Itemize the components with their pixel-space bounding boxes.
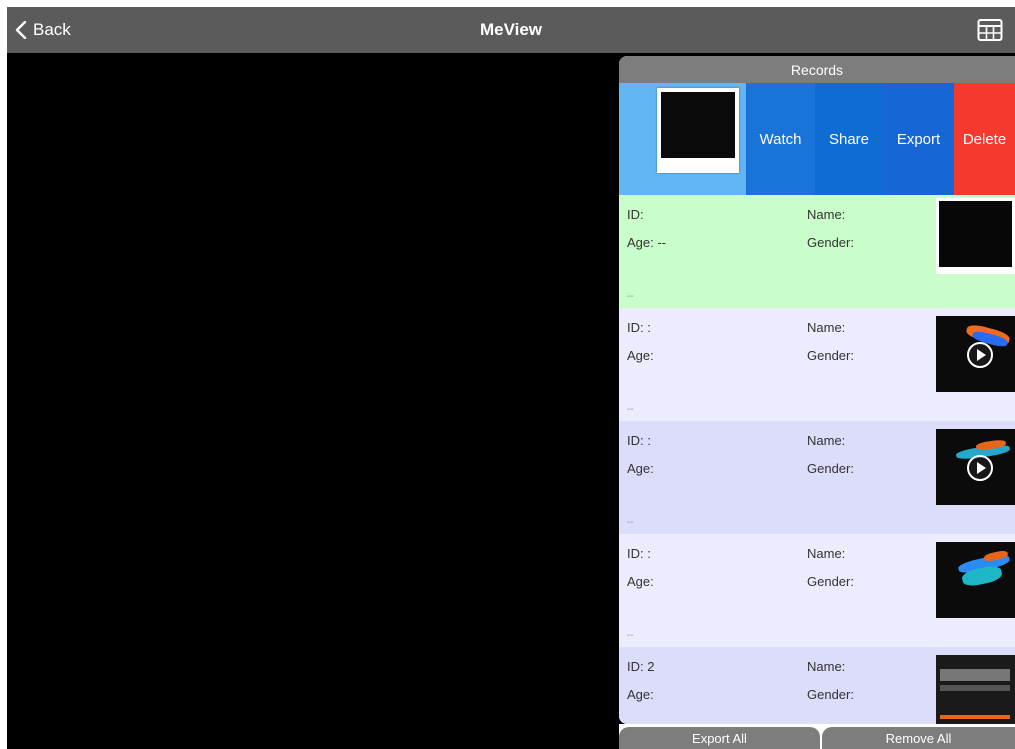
watch-button[interactable]: Watch (746, 83, 815, 195)
record-row[interactable]: ID: 2 Name: Age: Gender: (619, 647, 1015, 724)
record-name: Name: (807, 546, 846, 561)
record-id: ID: : (627, 433, 651, 448)
records-title: Records (619, 56, 1015, 83)
record-gender: Gender: (807, 461, 854, 476)
play-icon[interactable] (967, 455, 993, 481)
record-gender: Gender: (807, 574, 854, 589)
record-thumbnail (657, 88, 739, 173)
record-thumbnail (936, 316, 1015, 392)
export-button[interactable]: Export (883, 83, 954, 195)
record-id: ID: : (627, 320, 651, 335)
swiped-record-thumb[interactable] (619, 83, 746, 195)
record-note: -- (627, 630, 634, 641)
record-age: Age: (627, 461, 654, 476)
record-age: Age: (627, 348, 654, 363)
record-name: Name: (807, 207, 846, 222)
remove-all-button[interactable]: Remove All (822, 727, 1015, 749)
record-gender: Gender: (807, 235, 854, 250)
page-title: MeView (479, 20, 543, 39)
record-thumbnail (936, 542, 1015, 618)
delete-button[interactable]: Delete (954, 83, 1015, 195)
record-thumbnail (936, 655, 1015, 724)
record-id: ID: (627, 207, 644, 222)
record-age: Age: (627, 574, 654, 589)
record-row[interactable]: ID: Name: Age: -- Gender: -- (619, 195, 1015, 308)
nav-bar: Back MeView (7, 7, 1015, 53)
record-thumbnail (936, 429, 1015, 505)
record-row[interactable]: ID: : Name: Age: Gender: -- (619, 308, 1015, 421)
back-label: Back (33, 20, 71, 39)
share-button[interactable]: Share (815, 83, 883, 195)
records-panel: Records Watch Share Export Delete ID: Na… (619, 56, 1015, 724)
record-gender: Gender: (807, 687, 854, 702)
record-id: ID: 2 (627, 659, 655, 674)
chevron-left-icon (15, 21, 27, 39)
records-list[interactable]: Watch Share Export Delete ID: Name: Age:… (619, 83, 1015, 724)
record-name: Name: (807, 320, 846, 335)
record-thumbnail (936, 198, 1015, 274)
back-button[interactable]: Back (15, 7, 71, 53)
play-icon[interactable] (967, 342, 993, 368)
record-name: Name: (807, 433, 846, 448)
record-row[interactable]: ID: : Name: Age: Gender: -- (619, 421, 1015, 534)
screen: Back MeView Records Watch Share Export D… (7, 7, 1015, 749)
record-gender: Gender: (807, 348, 854, 363)
record-note: -- (627, 291, 634, 302)
record-age: Age: -- (627, 235, 667, 250)
grid-icon[interactable] (977, 18, 1003, 42)
record-age: Age: (627, 687, 654, 702)
record-row[interactable]: ID: : Name: Age: Gender: -- (619, 534, 1015, 647)
swiped-record-row[interactable]: Watch Share Export Delete (619, 83, 1015, 195)
record-id: ID: : (627, 546, 651, 561)
export-all-button[interactable]: Export All (619, 727, 820, 749)
record-name: Name: (807, 659, 846, 674)
record-note: -- (627, 404, 634, 415)
record-note: -- (627, 517, 634, 528)
bottom-bar: Export All Remove All (619, 724, 1015, 749)
